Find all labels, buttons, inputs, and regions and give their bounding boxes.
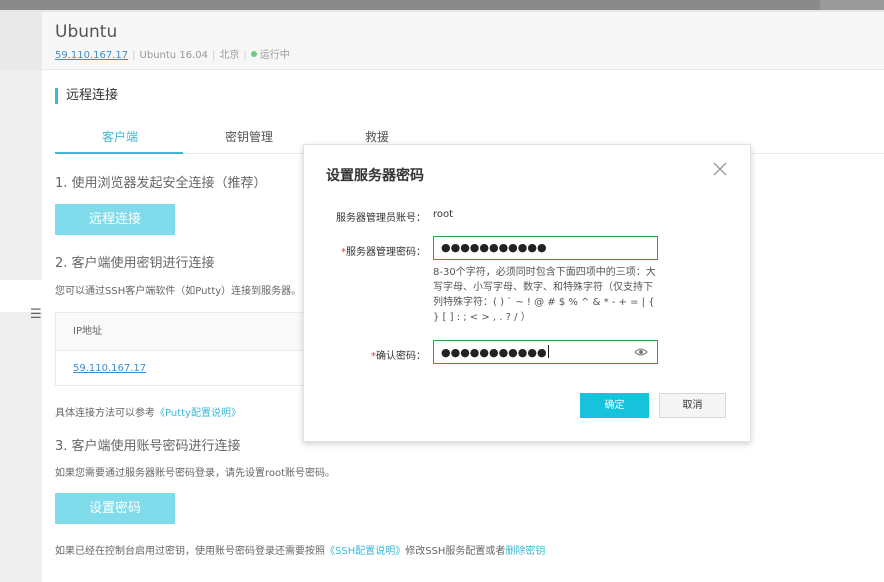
confirm-password-field[interactable]: ●●●●●●●●●●● <box>433 340 658 364</box>
top-bar-dark <box>0 0 820 10</box>
confirm-label-text: 确认密码： <box>376 351 426 362</box>
top-bar-right <box>820 0 884 10</box>
remote-connect-button[interactable]: 远程连接 <box>55 204 175 235</box>
ssh-config-link[interactable]: 《SSH配置说明》 <box>325 546 405 557</box>
ssh-footer-note: 如果已经在控制台启用过密钥，使用账号密码登录还需要按照《SSH配置说明》修改SS… <box>55 542 545 557</box>
step-key-note: 您可以通过SSH客户端软件（如Putty）连接到服务器。 <box>55 286 302 297</box>
tab-rescue[interactable]: 救援 <box>365 128 389 145</box>
menu-icon[interactable]: ☰ <box>30 308 42 322</box>
server-os: Ubuntu 16.04 <box>139 50 208 61</box>
set-password-dialog: 设置服务器密码 服务器管理员账号： root *服务器管理密码： ●●●●●●●… <box>303 144 751 442</box>
server-region: 北京 <box>219 50 240 61</box>
ip-table-value[interactable]: 59.110.167.17 <box>73 363 146 374</box>
step-password-note: 如果您需要通过服务器账号密码登录，请先设置root账号密码。 <box>55 468 336 479</box>
separator: | <box>211 50 216 61</box>
eye-icon[interactable] <box>634 346 648 358</box>
step-password-title: 3. 客户端使用账号密码进行连接 <box>55 439 241 454</box>
tab-client[interactable]: 客户端 <box>102 128 138 145</box>
confirm-button[interactable]: 确定 <box>580 393 649 418</box>
password-field[interactable]: ●●●●●●●●●●● <box>433 236 658 260</box>
top-bar <box>0 0 884 12</box>
separator: | <box>132 50 136 61</box>
account-label: 服务器管理员账号： <box>336 213 426 224</box>
text-caret <box>547 345 549 358</box>
step-browser-title: 1. 使用浏览器发起安全连接（推荐） <box>55 176 267 191</box>
confirm-password-value: ●●●●●●●●●●● <box>441 345 549 360</box>
confirm-dots: ●●●●●●●●●●● <box>441 346 547 359</box>
tab-key-management[interactable]: 密钥管理 <box>225 128 273 145</box>
dialog-title: 设置服务器密码 <box>326 168 424 184</box>
password-label: *服务器管理密码： <box>316 243 426 258</box>
left-nav-top <box>0 12 42 70</box>
server-name: Ubuntu <box>55 22 118 42</box>
confirm-label: *确认密码： <box>316 347 426 362</box>
ssh-footer-mid: 修改SSH服务配置或者 <box>405 546 506 557</box>
cancel-button[interactable]: 取消 <box>659 393 726 418</box>
server-header: Ubuntu 59.110.167.17 | Ubuntu 16.04 | 北京 | 运行中 <box>42 12 884 70</box>
password-hint: 8-30个字符，必须同时包含下面四项中的三项：大写字母、小写字母、数字、和特殊字… <box>433 267 656 323</box>
separator: | <box>243 50 247 61</box>
account-value: root <box>433 209 454 220</box>
putty-reference: 具体连接方法可以参考《Putty配置说明》 <box>55 404 241 419</box>
ip-table: IP地址 59.110.167.17 <box>55 312 315 386</box>
section-title: 远程连接 <box>55 88 118 104</box>
server-meta: 59.110.167.17 | Ubuntu 16.04 | 北京 | 运行中 <box>55 46 290 61</box>
set-password-button[interactable]: 设置密码 <box>55 493 175 524</box>
delete-key-link[interactable]: 删除密钥 <box>505 546 545 557</box>
putty-reference-text: 具体连接方法可以参考 <box>55 408 155 419</box>
ssh-footer-text: 如果已经在控制台启用过密钥，使用账号密码登录还需要按照 <box>55 546 325 557</box>
step-key-title: 2. 客户端使用密钥进行连接 <box>55 256 215 271</box>
tab-active-indicator <box>55 152 183 154</box>
ip-table-header: IP地址 <box>56 313 314 351</box>
close-icon[interactable] <box>710 159 730 179</box>
putty-config-link[interactable]: 《Putty配置说明》 <box>155 408 241 419</box>
password-value: ●●●●●●●●●●● <box>441 241 547 254</box>
status-dot-icon <box>250 51 257 57</box>
server-ip-link[interactable]: 59.110.167.17 <box>55 50 128 61</box>
password-label-text: 服务器管理密码： <box>346 247 426 258</box>
left-nav-strip: ☰ <box>0 12 42 582</box>
server-status: 运行中 <box>259 50 290 61</box>
